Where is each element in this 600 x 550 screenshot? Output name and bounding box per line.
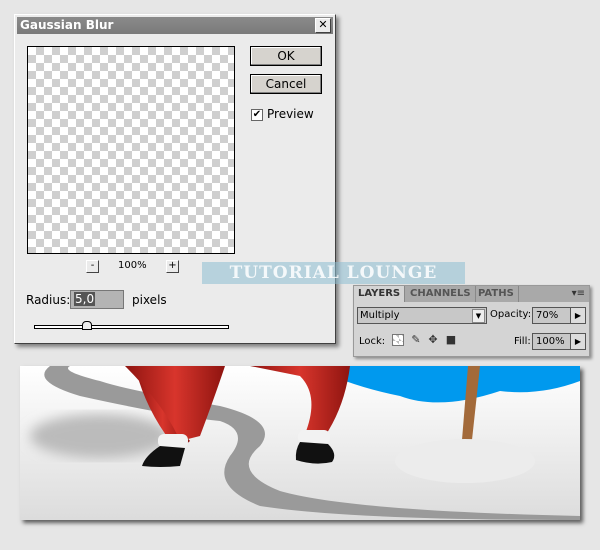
lock-transparency-icon[interactable] bbox=[392, 334, 404, 346]
radius-label: Radius: bbox=[26, 293, 71, 307]
boot-fur-left bbox=[158, 434, 188, 448]
radius-slider[interactable] bbox=[34, 325, 229, 329]
radius-input[interactable]: 5,0 bbox=[70, 290, 124, 309]
opacity-label: Opacity: bbox=[490, 309, 532, 320]
zoom-in-button[interactable]: + bbox=[166, 260, 179, 273]
boot-right bbox=[295, 442, 335, 464]
scene-image bbox=[20, 366, 580, 520]
fill-arrow-icon[interactable]: ▶ bbox=[570, 333, 586, 350]
radius-unit: pixels bbox=[132, 293, 167, 307]
ok-button[interactable]: OK bbox=[250, 46, 322, 66]
layers-panel: LAYERS CHANNELS PATHS ▾≡ Multiply ▼ Opac… bbox=[353, 285, 590, 357]
preview-area[interactable] bbox=[27, 46, 235, 254]
slider-thumb[interactable] bbox=[82, 321, 92, 330]
boot-fur-right bbox=[298, 430, 330, 444]
gaussian-blur-dialog: Gaussian Blur ✕ OK Cancel ✔ Preview - 10… bbox=[14, 14, 336, 344]
close-icon[interactable]: ✕ bbox=[315, 18, 331, 33]
zoom-out-button[interactable]: - bbox=[86, 260, 99, 273]
preview-label: Preview bbox=[267, 107, 314, 121]
opacity-input[interactable]: 70% bbox=[532, 307, 571, 324]
tab-layers[interactable]: LAYERS bbox=[354, 286, 406, 302]
chevron-down-icon[interactable]: ▼ bbox=[472, 309, 485, 323]
panel-menu-icon[interactable]: ▾≡ bbox=[572, 288, 585, 299]
tab-paths[interactable]: PATHS bbox=[474, 286, 519, 302]
panel-tabs: LAYERS CHANNELS PATHS ▾≡ bbox=[354, 286, 589, 302]
snow-mound bbox=[395, 439, 535, 483]
lock-all-icon[interactable]: ■ bbox=[445, 334, 457, 346]
blend-mode-value: Multiply bbox=[360, 310, 400, 321]
preview-checkbox[interactable]: ✔ bbox=[251, 109, 263, 121]
blend-mode-select[interactable]: Multiply ▼ bbox=[357, 307, 487, 324]
fill-label: Fill: bbox=[514, 336, 531, 347]
shadow bbox=[30, 414, 170, 458]
title-bar[interactable]: Gaussian Blur ✕ bbox=[17, 17, 333, 34]
fill-input[interactable]: 100% bbox=[532, 333, 571, 350]
radius-value: 5,0 bbox=[74, 292, 96, 306]
opacity-arrow-icon[interactable]: ▶ bbox=[570, 307, 586, 324]
watermark: TUTORIAL LOUNGE bbox=[202, 262, 465, 284]
tab-channels[interactable]: CHANNELS bbox=[406, 286, 476, 302]
lock-label: Lock: bbox=[359, 336, 386, 347]
cancel-button[interactable]: Cancel bbox=[250, 74, 322, 94]
lock-move-icon[interactable]: ✥ bbox=[427, 334, 439, 346]
dialog-title: Gaussian Blur bbox=[20, 18, 114, 32]
zoom-level: 100% bbox=[118, 260, 147, 271]
lock-brush-icon[interactable]: ✎ bbox=[410, 334, 422, 346]
